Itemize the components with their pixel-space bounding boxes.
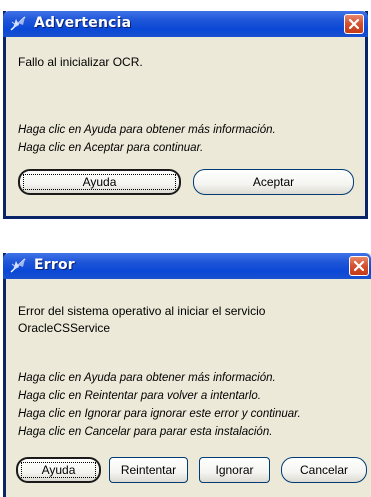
help-button[interactable]: Ayuda	[18, 169, 181, 195]
ignore-button-label: Ignorar	[215, 463, 254, 477]
help-button-label: Ayuda	[82, 175, 117, 189]
ignore-button[interactable]: Ignorar	[199, 457, 270, 483]
dialog-title: Error	[34, 257, 75, 273]
app-feather-icon	[10, 258, 26, 273]
app-feather-icon	[10, 16, 26, 31]
hint-line: Haga clic en Ayuda para obtener más info…	[18, 372, 276, 384]
retry-button[interactable]: Reintentar	[109, 457, 188, 483]
warning-dialog: Advertencia Fallo al inicializar OCR. Ha…	[3, 11, 368, 219]
accept-button-label: Aceptar	[252, 175, 295, 189]
hint-line: Haga clic en Ayuda para obtener más info…	[18, 124, 276, 136]
hint-line: Haga clic en Ignorar para ignorar este e…	[18, 408, 301, 420]
hint-line: Haga clic en Cancelar para parar esta in…	[18, 426, 273, 438]
help-button[interactable]: Ayuda	[16, 457, 101, 483]
close-button[interactable]	[344, 14, 364, 34]
retry-button-label: Reintentar	[120, 463, 177, 477]
cancel-button-label: Cancelar	[299, 463, 349, 477]
dialog-title: Advertencia	[34, 15, 132, 31]
hint-line: Haga clic en Aceptar para continuar.	[18, 142, 204, 154]
help-button-label: Ayuda	[41, 463, 76, 477]
service-name: OracleCSService	[18, 321, 111, 335]
title-bar[interactable]: Advertencia	[3, 11, 368, 37]
accept-button[interactable]: Aceptar	[193, 169, 354, 195]
hint-line: Haga clic en Reintentar para volver a in…	[18, 390, 261, 402]
close-icon	[353, 260, 365, 272]
error-message: Fallo al inicializar OCR.	[18, 55, 143, 69]
error-dialog: Error Error del sistema operativo al ini…	[3, 253, 371, 497]
close-icon	[348, 18, 360, 30]
title-bar[interactable]: Error	[3, 253, 371, 279]
error-message: Error del sistema operativo al iniciar e…	[18, 304, 266, 318]
cancel-button[interactable]: Cancelar	[281, 457, 367, 483]
close-button[interactable]	[349, 256, 369, 276]
